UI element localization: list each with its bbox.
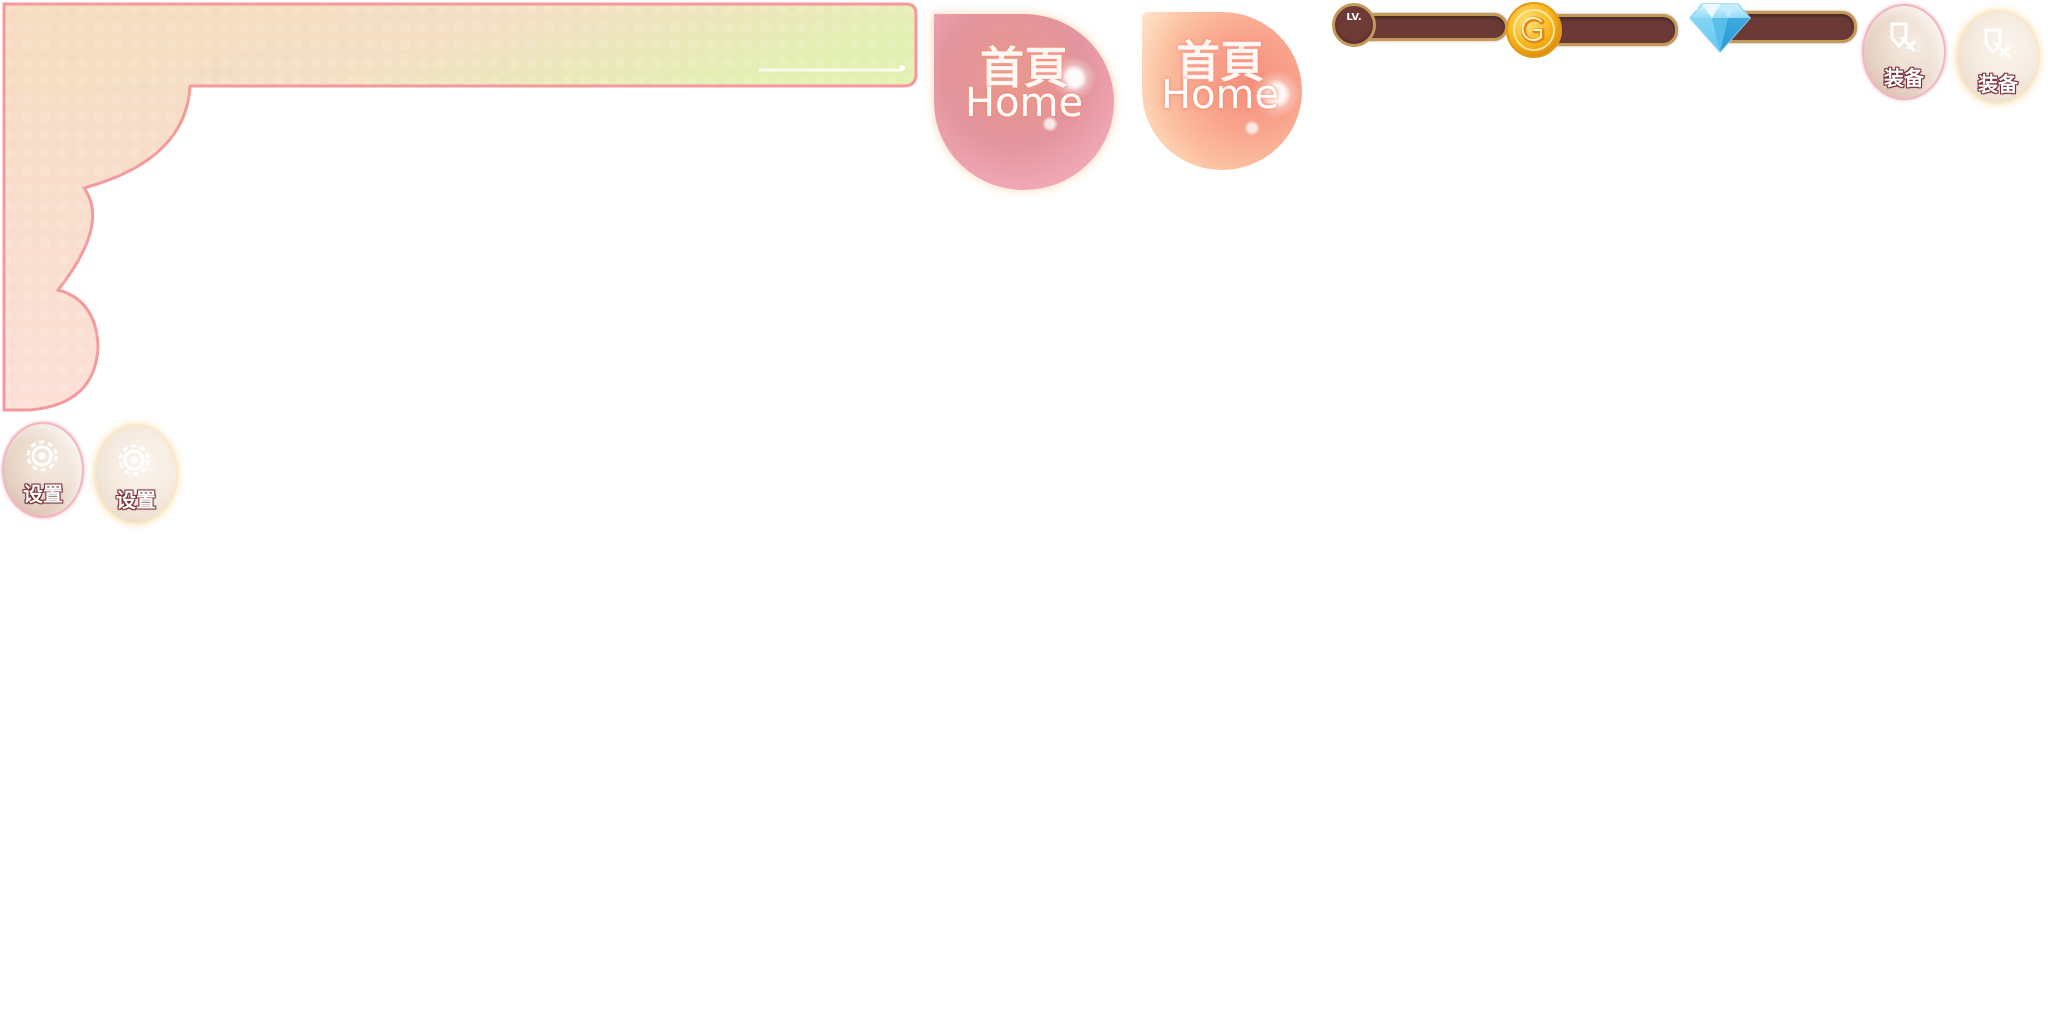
settings-button-active[interactable]: 设置 bbox=[2, 422, 84, 518]
equip-label: 装备 bbox=[1884, 66, 1925, 91]
level-badge-label: LV. bbox=[1346, 12, 1362, 23]
header-frame bbox=[2, 2, 918, 412]
level-badge: LV. bbox=[1332, 3, 1376, 47]
home-title-en: Home bbox=[1160, 72, 1280, 118]
home-title-en: Home bbox=[964, 80, 1084, 126]
equip-label: 装备 bbox=[1978, 72, 2019, 97]
sword-icon bbox=[1890, 22, 1916, 52]
home-button-pressed[interactable]: 首頁 Home bbox=[934, 14, 1114, 190]
settings-label: 设置 bbox=[23, 482, 64, 507]
gear-icon bbox=[118, 444, 150, 476]
home-button[interactable]: 首頁 Home bbox=[1142, 12, 1302, 170]
equip-button-active[interactable]: 装备 bbox=[1862, 4, 1946, 100]
gear-icon bbox=[26, 440, 58, 472]
settings-label: 设置 bbox=[116, 488, 157, 513]
gold-coin-icon bbox=[1506, 2, 1562, 58]
equip-button[interactable]: 装备 bbox=[1956, 10, 2040, 104]
sword-icon bbox=[1984, 28, 2010, 58]
settings-button[interactable]: 设置 bbox=[94, 424, 178, 524]
diamond-icon bbox=[1689, 3, 1751, 54]
